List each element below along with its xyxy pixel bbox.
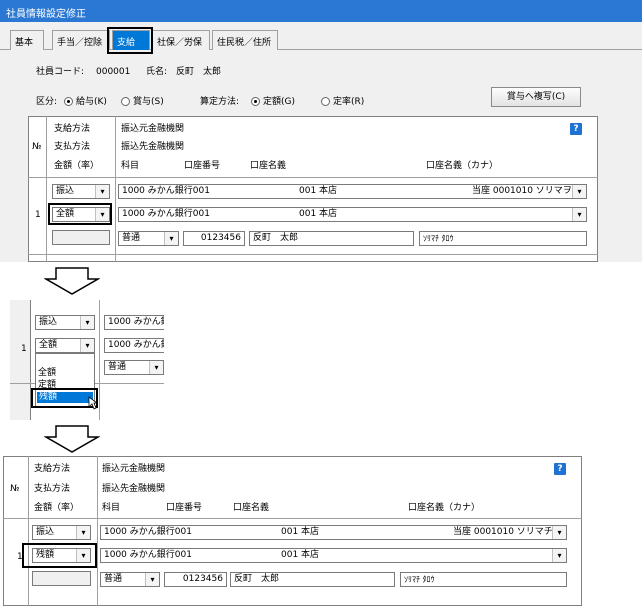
tab-allowance[interactable]: 手当／控除: [52, 30, 110, 50]
header-holder: 口座名義: [233, 503, 270, 513]
highlight-remainder-selected: [22, 543, 97, 568]
mouse-cursor-icon: [88, 396, 98, 410]
account-holder-field[interactable]: 反町 太郎: [249, 231, 414, 246]
chevron-down-icon: ▾: [572, 185, 586, 198]
source-bank-select[interactable]: 1000 みかん銀: [104, 315, 164, 330]
employee-code-label: 社員コード:: [36, 67, 85, 77]
account-type-select[interactable]: 普通 ▾: [118, 231, 179, 246]
header-dest-bank: 振込先金融機関: [102, 484, 166, 494]
chevron-down-icon: ▾: [149, 361, 163, 374]
account-holder-kana-field[interactable]: ｿﾘﾏﾁ ﾀﾛｳ: [400, 572, 567, 587]
option-full[interactable]: 全額: [38, 368, 56, 379]
chevron-down-icon: ▾: [552, 526, 566, 539]
chevron-down-icon: ▾: [80, 316, 94, 329]
title-bar: 社員情報設定修正: [0, 0, 642, 22]
header-payout-method: 支払方法: [54, 142, 91, 152]
radio-salary[interactable]: [64, 97, 73, 106]
chevron-down-icon: ▾: [76, 526, 90, 539]
radio-bonus-label: 賞与(S): [133, 97, 164, 107]
header-holder: 口座名義: [250, 161, 287, 171]
highlight-amount-type: [48, 203, 112, 225]
header-source-bank: 振込元金融機関: [102, 464, 166, 474]
radio-bonus[interactable]: [121, 97, 130, 106]
down-arrow-icon: [44, 425, 100, 453]
employee-name-label: 氏名:: [146, 67, 168, 77]
employee-name: 反町 太郎: [176, 67, 222, 77]
down-arrow-icon: [44, 267, 100, 295]
tab-social-insurance[interactable]: 社保／労保: [152, 30, 210, 50]
highlight-payment-tab: [107, 27, 153, 54]
header-pay-method: 支給方法: [54, 124, 91, 134]
account-holder-kana-field[interactable]: ｿﾘﾏﾁ ﾀﾛｳ: [419, 231, 587, 246]
chevron-down-icon: ▾: [164, 232, 178, 245]
header-dest-bank: 振込先金融機関: [121, 142, 185, 152]
header-holder-kana: 口座名義（カナ）: [426, 161, 499, 171]
category-label: 区分:: [36, 97, 58, 107]
header-amount: 金額（率）: [34, 503, 80, 513]
chevron-down-icon: ▾: [95, 185, 109, 198]
amount-type-select[interactable]: 全額 ▾: [35, 338, 95, 353]
account-type-select[interactable]: 普通 ▾: [100, 572, 160, 587]
copy-to-bonus-button[interactable]: 賞与へ複写(C): [491, 87, 581, 107]
header-account-type: 科目: [102, 503, 121, 513]
row-number: 1: [35, 210, 41, 220]
source-bank-select[interactable]: 1000 みかん銀行001 001 本店 当座 0001010 ソリマチ ▾: [100, 525, 567, 540]
radio-rate-label: 定率(R): [333, 97, 365, 107]
account-type-select[interactable]: 普通 ▾: [104, 360, 164, 375]
employee-code: 000001: [96, 67, 131, 77]
header-account-no: 口座番号: [166, 503, 203, 513]
radio-fixed[interactable]: [251, 97, 260, 106]
chevron-down-icon: ▾: [552, 549, 566, 562]
tab-basic[interactable]: 基本: [10, 30, 44, 50]
settings-window: 社員情報設定修正 基本 手当／控除 支給 社保／労保 住民税／住所 社員コード:…: [0, 0, 642, 262]
radio-salary-label: 給与(K): [76, 97, 107, 107]
header-amount: 金額（率）: [54, 161, 100, 171]
help-icon[interactable]: ?: [570, 123, 582, 135]
dropdown-step-panel: 1 振込 ▾ 全額 ▾ 1000 みかん銀 1000 みかん銀 普通 ▾ 全額 定額 …: [10, 300, 164, 420]
account-number-field[interactable]: 0123456: [183, 231, 245, 246]
window-title: 社員情報設定修正: [6, 9, 86, 20]
header-source-bank: 振込元金融機関: [121, 124, 185, 134]
tab-resident-tax[interactable]: 住民税／住所: [212, 30, 278, 50]
payment-method-select[interactable]: 振込 ▾: [32, 525, 91, 540]
radio-fixed-label: 定額(G): [263, 97, 295, 107]
no-header: №: [32, 142, 42, 152]
dest-bank-select[interactable]: 1000 みかん銀: [104, 338, 164, 353]
result-step-panel: № 支給方法 支払方法 金額（率） 振込元金融機関 振込先金融機関 科目 口座番…: [3, 456, 582, 606]
chevron-down-icon: ▾: [145, 573, 159, 586]
account-number-field[interactable]: 0123456: [164, 572, 227, 587]
chevron-down-icon: ▾: [80, 339, 94, 352]
source-bank-select[interactable]: 1000 みかん銀行001 001 本店 当座 0001010 ソリマヲ ▾: [118, 184, 587, 199]
dest-bank-select[interactable]: 1000 みかん銀行001 001 本店 ▾: [118, 207, 587, 222]
header-holder-kana: 口座名義（カナ）: [408, 503, 481, 513]
payment-method-select[interactable]: 振込 ▾: [52, 184, 110, 199]
row-number: 1: [21, 344, 27, 354]
help-icon[interactable]: ?: [554, 463, 566, 475]
header-account-no: 口座番号: [184, 161, 221, 171]
no-header: №: [10, 484, 20, 494]
dest-bank-select[interactable]: 1000 みかん銀行001 001 本店 ▾: [100, 548, 567, 563]
account-holder-field[interactable]: 反町 太郎: [230, 572, 395, 587]
amount-field[interactable]: [52, 230, 110, 245]
payment-method-select[interactable]: 振込 ▾: [35, 315, 95, 330]
radio-rate[interactable]: [321, 97, 330, 106]
header-payout-method: 支払方法: [34, 484, 71, 494]
amount-field[interactable]: [32, 571, 91, 586]
header-pay-method: 支給方法: [34, 464, 71, 474]
header-account-type: 科目: [121, 161, 140, 171]
chevron-down-icon: ▾: [572, 208, 586, 221]
calc-method-label: 算定方法:: [200, 97, 240, 107]
tab-bar: 基本 手当／控除 支給 社保／労保 住民税／住所: [0, 30, 642, 50]
